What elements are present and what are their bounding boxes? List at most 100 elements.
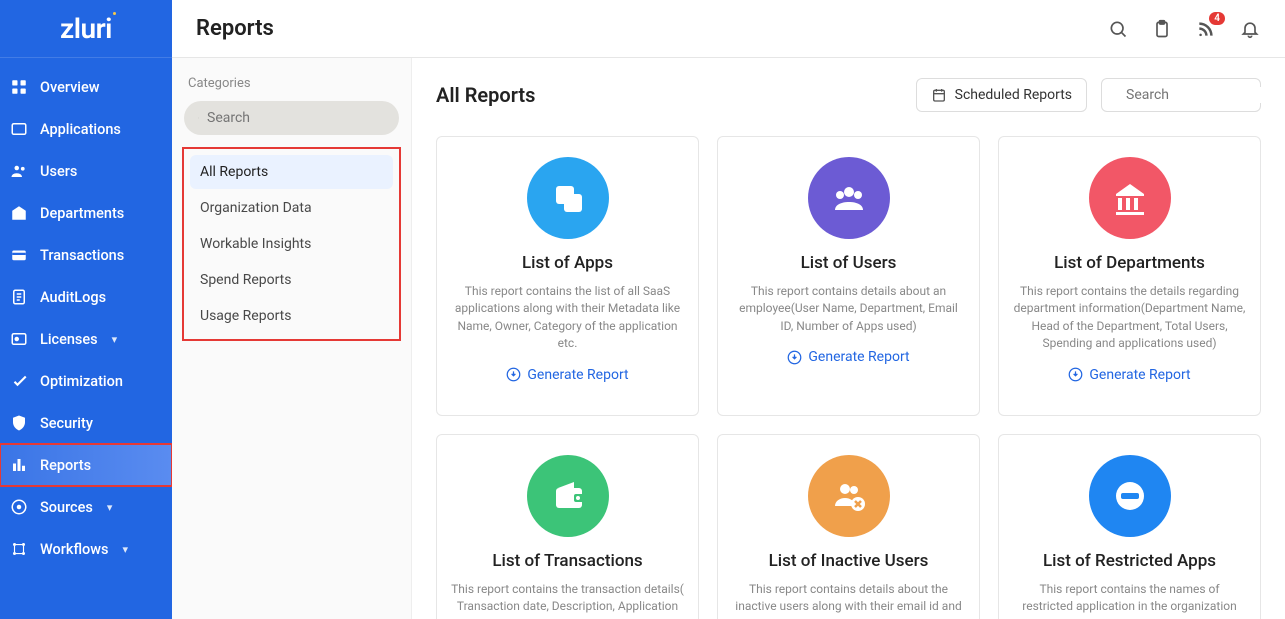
- wallet-icon: [527, 455, 609, 537]
- card-title: List of Apps: [522, 253, 613, 273]
- chevron-down-icon: ▾: [123, 543, 129, 556]
- sidebar-item-workflows[interactable]: Workflows ▾: [0, 528, 172, 570]
- categories-panel: Categories All Reports Organization Data…: [172, 58, 412, 619]
- card-title: List of Inactive Users: [769, 551, 929, 571]
- transactions-icon: [10, 246, 28, 264]
- download-icon: [1068, 367, 1083, 382]
- report-cards: List of Apps This report contains the li…: [436, 136, 1261, 619]
- chevron-down-icon: ▾: [107, 501, 113, 514]
- card-desc: This report contains the details regardi…: [1013, 283, 1246, 353]
- sidebar-item-label: Licenses: [40, 331, 98, 348]
- sidebar-item-licenses[interactable]: Licenses ▾: [0, 318, 172, 360]
- users-icon: [10, 162, 28, 180]
- apps-icon: [527, 157, 609, 239]
- reports-search-input[interactable]: [1126, 87, 1285, 103]
- card-desc: This report contains details about the i…: [732, 581, 965, 619]
- inactive-users-icon: [808, 455, 890, 537]
- logo-dot-icon: [111, 10, 118, 17]
- download-icon: [787, 350, 802, 365]
- notification-badge: 4: [1209, 12, 1225, 25]
- generate-label: Generate Report: [527, 367, 628, 383]
- sidebar-item-overview[interactable]: Overview: [0, 66, 172, 108]
- feed-icon[interactable]: 4: [1195, 18, 1217, 40]
- category-usage-reports[interactable]: Usage Reports: [190, 299, 393, 333]
- sidebar-item-label: Security: [40, 415, 93, 432]
- sidebar-item-sources[interactable]: Sources ▾: [0, 486, 172, 528]
- applications-icon: [10, 120, 28, 138]
- card-desc: This report contains the list of all Saa…: [451, 283, 684, 353]
- sidebar-item-reports[interactable]: Reports: [0, 444, 172, 486]
- clipboard-icon[interactable]: [1151, 18, 1173, 40]
- scheduled-reports-label: Scheduled Reports: [955, 87, 1072, 103]
- generate-report-link[interactable]: Generate Report: [787, 349, 909, 365]
- scheduled-reports-button[interactable]: Scheduled Reports: [916, 78, 1087, 112]
- sources-icon: [10, 498, 28, 516]
- sidebar-item-label: Overview: [40, 79, 100, 96]
- generate-label: Generate Report: [808, 349, 909, 365]
- reports-area: All Reports Scheduled Reports: [412, 58, 1285, 619]
- card-title: List of Transactions: [492, 551, 642, 571]
- card-desc: This report contains details about an em…: [732, 283, 965, 335]
- category-spend-reports[interactable]: Spend Reports: [190, 263, 393, 297]
- card-desc: This report contains the transaction det…: [451, 581, 684, 616]
- sidebar-item-users[interactable]: Users: [0, 150, 172, 192]
- report-card-restricted-apps: List of Restricted Apps This report cont…: [998, 434, 1261, 619]
- departments-icon: [10, 204, 28, 222]
- generate-report-link[interactable]: Generate Report: [1068, 367, 1190, 383]
- sidebar-item-optimization[interactable]: Optimization: [0, 360, 172, 402]
- category-workable-insights[interactable]: Workable Insights: [190, 227, 393, 261]
- sidebar-item-label: AuditLogs: [40, 289, 106, 306]
- card-title: List of Restricted Apps: [1043, 551, 1216, 571]
- sidebar-item-security[interactable]: Security: [0, 402, 172, 444]
- nav-list: Overview Applications Users Departments …: [0, 58, 172, 570]
- sidebar: zluri Overview Applications Users Depart…: [0, 0, 172, 619]
- auditlogs-icon: [10, 288, 28, 306]
- page-title: Reports: [196, 16, 274, 41]
- bell-icon[interactable]: [1239, 18, 1261, 40]
- optimization-icon: [10, 372, 28, 390]
- card-desc: This report contains the names of restri…: [1013, 581, 1246, 619]
- sidebar-item-label: Reports: [40, 457, 91, 474]
- reports-title: All Reports: [436, 83, 535, 107]
- users-card-icon: [808, 157, 890, 239]
- calendar-icon: [931, 87, 947, 103]
- sidebar-item-label: Transactions: [40, 247, 124, 264]
- categories-list: All Reports Organization Data Workable I…: [184, 149, 399, 339]
- topbar-actions: 4: [1107, 18, 1261, 40]
- search-icon: [198, 110, 199, 126]
- content: Categories All Reports Organization Data…: [172, 58, 1285, 619]
- report-card-users: List of Users This report contains detai…: [717, 136, 980, 416]
- logo: zluri: [60, 12, 112, 45]
- reports-icon: [10, 456, 28, 474]
- search-icon[interactable]: [1107, 18, 1129, 40]
- categories-search[interactable]: [184, 101, 399, 135]
- chevron-down-icon: ▾: [112, 333, 118, 346]
- departments-card-icon: [1089, 157, 1171, 239]
- download-icon: [506, 367, 521, 382]
- sidebar-item-label: Workflows: [40, 541, 109, 558]
- restricted-icon: [1089, 455, 1171, 537]
- generate-report-link[interactable]: Generate Report: [506, 367, 628, 383]
- sidebar-item-applications[interactable]: Applications: [0, 108, 172, 150]
- licenses-icon: [10, 330, 28, 348]
- card-title: List of Departments: [1054, 253, 1205, 273]
- report-card-inactive-users: List of Inactive Users This report conta…: [717, 434, 980, 619]
- logo-area: zluri: [0, 0, 172, 58]
- overview-icon: [10, 78, 28, 96]
- workflows-icon: [10, 540, 28, 558]
- category-all-reports[interactable]: All Reports: [190, 155, 393, 189]
- main-area: Reports 4 Categories All Reports Organiz…: [172, 0, 1285, 619]
- sidebar-item-label: Applications: [40, 121, 121, 138]
- sidebar-item-label: Departments: [40, 205, 124, 222]
- sidebar-item-transactions[interactable]: Transactions: [0, 234, 172, 276]
- sidebar-item-departments[interactable]: Departments: [0, 192, 172, 234]
- reports-header: All Reports Scheduled Reports: [436, 78, 1261, 112]
- categories-search-input[interactable]: [207, 110, 385, 126]
- sidebar-item-label: Sources: [40, 499, 93, 516]
- topbar: Reports 4: [172, 0, 1285, 58]
- category-organization-data[interactable]: Organization Data: [190, 191, 393, 225]
- shield-icon: [10, 414, 28, 432]
- sidebar-item-auditlogs[interactable]: AuditLogs: [0, 276, 172, 318]
- logo-text: zluri: [60, 12, 112, 45]
- reports-search[interactable]: [1101, 78, 1261, 112]
